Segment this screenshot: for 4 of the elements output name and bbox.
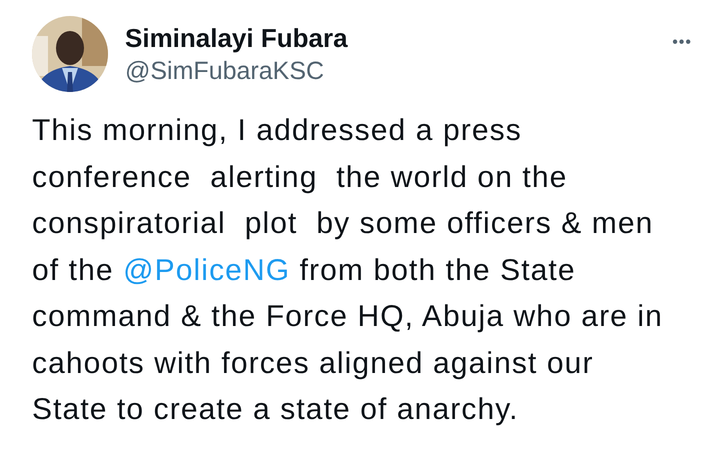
author-handle[interactable]: @SimFubaraKSC [125,54,324,88]
more-button[interactable]: ••• [672,34,692,52]
tweet-text: This morning, I addressed a press conference alerting the world on the conspiratorial plot by some officers & men of the @PoliceNG from both the State command & the Force HQ, Abuja who are in cahoots with forces aligned against our State to create a state of anarchy. [32,113,664,428]
author-name[interactable]: Siminalayi Fubara [125,22,348,54]
